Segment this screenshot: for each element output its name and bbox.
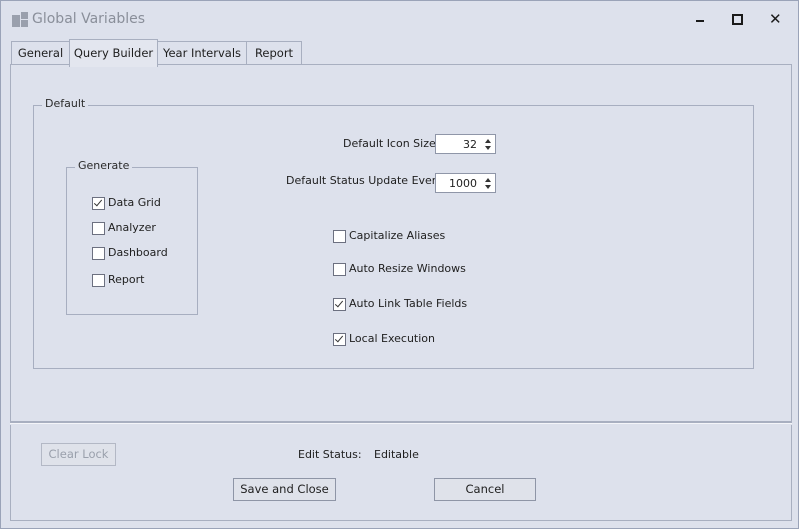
edit-status-label: Edit Status: [298, 448, 362, 461]
minimize-icon [696, 20, 704, 22]
spin-up-icon[interactable] [485, 139, 491, 143]
app-window-icon [12, 12, 28, 28]
edit-status-value: Editable [374, 448, 419, 461]
auto-resize-windows-label: Auto Resize Windows [349, 262, 466, 275]
minimize-button[interactable] [690, 10, 712, 28]
generate-group [66, 167, 198, 315]
auto-link-table-fields-label: Auto Link Table Fields [349, 297, 468, 310]
generate-group-title: Generate [75, 159, 133, 172]
tab-report[interactable]: Report [246, 41, 302, 64]
tab-panel-query-builder: Default Generate Data Grid Analyzer Dash… [10, 64, 792, 422]
window-title: Global Variables [32, 11, 146, 27]
tab-general[interactable]: General [11, 41, 70, 64]
local-execution-label: Local Execution [349, 332, 435, 345]
spin-up-icon[interactable] [485, 178, 491, 182]
spin-down-icon[interactable] [485, 146, 491, 150]
global-variables-window: Global Variables ✕ General Query Builder… [0, 0, 799, 529]
dashboard-label: Dashboard [108, 246, 168, 259]
save-and-close-button[interactable]: Save and Close [233, 478, 336, 501]
analyzer-label: Analyzer [108, 221, 156, 234]
close-button[interactable]: ✕ [765, 10, 787, 28]
maximize-button[interactable] [726, 10, 748, 28]
report-label: Report [108, 273, 145, 286]
capitalize-aliases-checkbox[interactable] [333, 230, 346, 243]
icon-size-spinner[interactable]: 32 [435, 134, 496, 154]
footer-separator [10, 422, 792, 424]
status-update-value: 1000 [449, 177, 477, 190]
status-update-spinner[interactable]: 1000 [435, 173, 496, 193]
maximize-icon [732, 14, 743, 25]
tab-year-intervals[interactable]: Year Intervals [157, 41, 247, 64]
report-checkbox[interactable] [92, 274, 105, 287]
data-grid-label: Data Grid [108, 196, 161, 209]
auto-resize-windows-checkbox[interactable] [333, 263, 346, 276]
close-icon: ✕ [769, 10, 782, 28]
default-group-title: Default [42, 97, 89, 110]
data-grid-checkbox[interactable] [92, 197, 105, 210]
icon-size-value: 32 [463, 138, 477, 151]
status-update-label: Default Status Update Every [286, 174, 443, 187]
local-execution-checkbox[interactable] [333, 333, 346, 346]
dashboard-checkbox[interactable] [92, 247, 105, 260]
auto-link-table-fields-checkbox[interactable] [333, 298, 346, 311]
clear-lock-button[interactable]: Clear Lock [41, 443, 116, 466]
footer-panel [10, 425, 792, 521]
icon-size-label: Default Icon Size [343, 137, 436, 150]
tab-query-builder[interactable]: Query Builder [69, 39, 158, 67]
capitalize-aliases-label: Capitalize Aliases [349, 229, 446, 242]
title-bar: Global Variables ✕ [1, 1, 798, 37]
spin-down-icon[interactable] [485, 185, 491, 189]
analyzer-checkbox[interactable] [92, 222, 105, 235]
cancel-button[interactable]: Cancel [434, 478, 536, 501]
